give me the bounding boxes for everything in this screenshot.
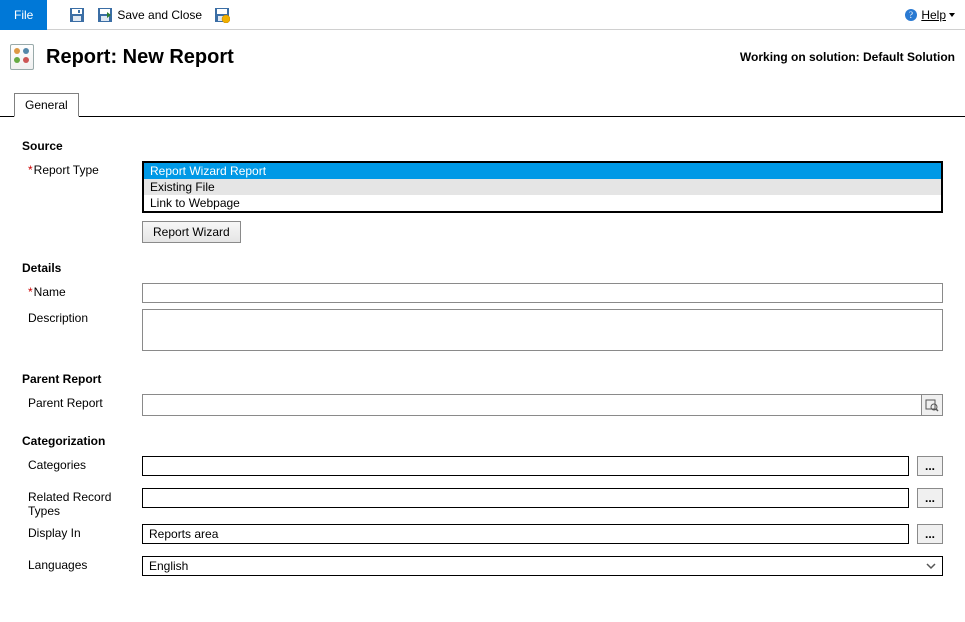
save-new-icon: [214, 7, 230, 23]
tabs: General: [0, 92, 965, 117]
report-type-option-wizard[interactable]: Report Wizard Report: [144, 163, 941, 179]
lookup-icon: [925, 398, 939, 412]
label-report-type: Report Type: [22, 161, 142, 177]
label-categories: Categories: [22, 456, 142, 472]
toolbar-group: Save and Close: [65, 5, 234, 25]
label-parent-report: Parent Report: [22, 394, 142, 410]
help-menu[interactable]: ? Help: [904, 8, 955, 22]
file-menu-button[interactable]: File: [0, 0, 47, 30]
report-wizard-button-label: Report Wizard: [153, 225, 230, 239]
languages-select[interactable]: [142, 556, 943, 576]
categories-picker-button[interactable]: ...: [917, 456, 943, 476]
report-type-option-existing[interactable]: Existing File: [144, 179, 941, 195]
row-name: Name: [22, 283, 943, 303]
save-and-close-label: Save and Close: [117, 8, 202, 22]
toolbar: File Save and Close ? Help: [0, 0, 965, 30]
related-types-picker-button[interactable]: ...: [917, 488, 943, 508]
help-icon: ?: [904, 8, 918, 22]
section-categorization-title: Categorization: [22, 434, 943, 448]
display-in-input[interactable]: [142, 524, 909, 544]
parent-report-input[interactable]: [142, 394, 921, 416]
row-parent-report: Parent Report: [22, 394, 943, 416]
row-related-types: Related Record Types ...: [22, 488, 943, 518]
report-type-select[interactable]: Report Wizard Report Existing File Link …: [142, 161, 943, 213]
report-wizard-button[interactable]: Report Wizard: [142, 221, 241, 243]
categories-input[interactable]: [142, 456, 909, 476]
row-categories: Categories ...: [22, 456, 943, 482]
related-types-input[interactable]: [142, 488, 909, 508]
report-icon: [10, 44, 34, 70]
label-name: Name: [22, 283, 142, 299]
svg-text:?: ?: [909, 10, 913, 20]
help-label: Help: [921, 8, 946, 22]
label-languages: Languages: [22, 556, 142, 572]
save-icon: [69, 7, 85, 23]
save-close-icon: [97, 7, 113, 23]
row-display-in: Display In ...: [22, 524, 943, 550]
ellipsis-icon: ...: [925, 459, 935, 473]
solution-label: Working on solution: Default Solution: [740, 50, 955, 64]
tab-general-label: General: [25, 98, 68, 112]
parent-report-lookup-button[interactable]: [921, 394, 943, 416]
display-in-picker-button[interactable]: ...: [917, 524, 943, 544]
description-input[interactable]: [142, 309, 943, 351]
page-header: Report: New Report Working on solution: …: [0, 30, 965, 92]
label-description: Description: [22, 309, 142, 325]
row-description: Description: [22, 309, 943, 354]
report-type-option-link[interactable]: Link to Webpage: [144, 195, 941, 211]
form-content: Source Report Type Report Wizard Report …: [0, 117, 965, 602]
row-report-type: Report Type Report Wizard Report Existin…: [22, 161, 943, 243]
save-and-new-button[interactable]: [210, 5, 234, 25]
save-and-close-button[interactable]: Save and Close: [93, 5, 206, 25]
section-details-title: Details: [22, 261, 943, 275]
languages-value[interactable]: [142, 556, 943, 576]
section-parent-title: Parent Report: [22, 372, 943, 386]
ellipsis-icon: ...: [925, 527, 935, 541]
row-languages: Languages: [22, 556, 943, 576]
save-button[interactable]: [65, 5, 89, 25]
label-display-in: Display In: [22, 524, 142, 540]
ellipsis-icon: ...: [925, 491, 935, 505]
file-menu-label: File: [14, 8, 33, 22]
label-related-types: Related Record Types: [22, 488, 142, 518]
section-source-title: Source: [22, 139, 943, 153]
caret-down-icon: [949, 13, 955, 17]
name-input[interactable]: [142, 283, 943, 303]
tab-general[interactable]: General: [14, 93, 79, 117]
page-title: Report: New Report: [46, 46, 234, 69]
